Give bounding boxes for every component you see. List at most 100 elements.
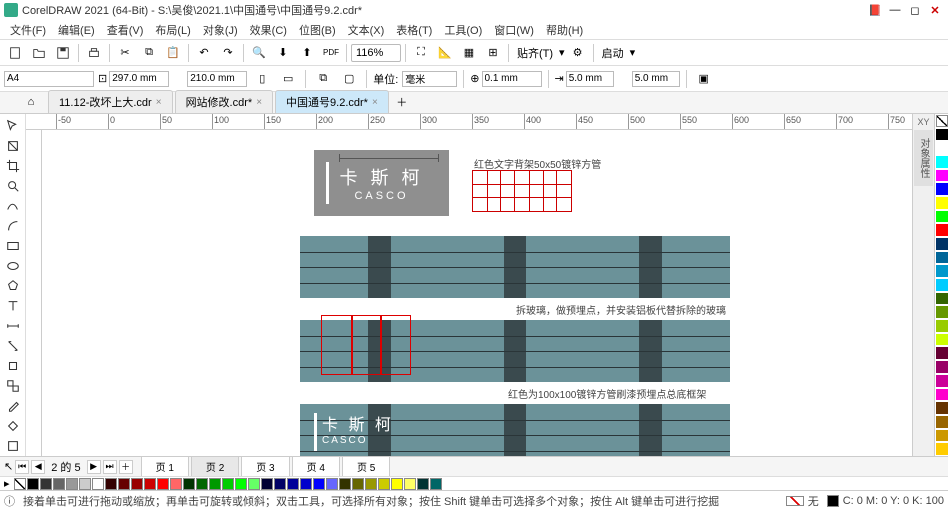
color-swatch[interactable] — [936, 197, 948, 209]
red-steel-frame-diagram[interactable] — [472, 170, 572, 212]
unit-dropdown[interactable] — [402, 71, 457, 87]
redo-button[interactable]: ↷ — [217, 42, 239, 64]
color-swatch[interactable] — [118, 478, 130, 490]
color-swatch[interactable] — [261, 478, 273, 490]
color-swatch[interactable] — [936, 416, 948, 428]
polygon-tool[interactable] — [2, 276, 24, 295]
close-tab-icon[interactable]: × — [156, 97, 162, 108]
add-tab-button[interactable]: ＋ — [391, 91, 413, 113]
color-swatch[interactable] — [936, 389, 948, 401]
menu-item[interactable]: 帮助(H) — [540, 20, 589, 40]
color-swatch[interactable] — [936, 183, 948, 195]
dup-y-input[interactable] — [632, 71, 680, 87]
color-swatch[interactable] — [404, 478, 416, 490]
next-page-button[interactable]: ▶ — [87, 460, 101, 474]
guides-button[interactable]: ⊞ — [482, 42, 504, 64]
crop-tool[interactable] — [2, 156, 24, 175]
no-color-swatch[interactable] — [936, 115, 948, 127]
ellipse-tool[interactable] — [2, 256, 24, 275]
current-page-button[interactable]: ▢ — [338, 68, 360, 90]
fullscreen-button[interactable]: ⛶ — [410, 42, 432, 64]
color-swatch[interactable] — [430, 478, 442, 490]
first-page-button[interactable]: ⏮ — [15, 460, 29, 474]
color-swatch[interactable] — [157, 478, 169, 490]
home-icon[interactable]: ⌂ — [20, 91, 42, 113]
color-swatch[interactable] — [131, 478, 143, 490]
color-swatch[interactable] — [936, 293, 948, 305]
minimize-button[interactable]: — — [886, 3, 904, 17]
color-swatch[interactable] — [209, 478, 221, 490]
color-swatch[interactable] — [936, 252, 948, 264]
open-button[interactable] — [28, 42, 50, 64]
color-swatch[interactable] — [53, 478, 65, 490]
last-page-button[interactable]: ⏭ — [103, 460, 117, 474]
portrait-button[interactable]: ▯ — [251, 68, 273, 90]
menu-item[interactable]: 查看(V) — [101, 20, 150, 40]
vertical-ruler[interactable] — [26, 130, 42, 456]
zoom-input[interactable] — [351, 44, 401, 62]
menu-item[interactable]: 位图(B) — [293, 20, 342, 40]
color-swatch[interactable] — [274, 478, 286, 490]
maximize-button[interactable]: ◻ — [906, 3, 924, 17]
color-swatch[interactable] — [936, 211, 948, 223]
red-frame-overlay[interactable] — [321, 315, 411, 375]
color-swatch[interactable] — [235, 478, 247, 490]
color-swatch[interactable] — [936, 129, 948, 141]
drop-shadow-tool[interactable] — [2, 356, 24, 375]
color-swatch[interactable] — [66, 478, 78, 490]
save-button[interactable] — [52, 42, 74, 64]
close-tab-icon[interactable]: × — [372, 97, 378, 108]
all-pages-button[interactable]: ⧉ — [312, 68, 334, 90]
no-color-swatch-h[interactable] — [14, 478, 26, 490]
shape-tool[interactable] — [2, 136, 24, 155]
copy-button[interactable]: ⧉ — [138, 42, 160, 64]
page-width-input[interactable] — [109, 71, 169, 87]
color-swatch[interactable] — [222, 478, 234, 490]
text-tool[interactable] — [2, 296, 24, 315]
paper-size-dropdown[interactable] — [4, 71, 94, 87]
color-swatch[interactable] — [92, 478, 104, 490]
pdf-button[interactable]: PDF — [320, 42, 342, 64]
menu-item[interactable]: 工具(O) — [438, 20, 488, 40]
color-swatch[interactable] — [936, 334, 948, 346]
close-tab-icon[interactable]: × — [256, 97, 262, 108]
grid-button[interactable]: ▦ — [458, 42, 480, 64]
pick-tool[interactable] — [2, 116, 24, 135]
color-swatch[interactable] — [936, 320, 948, 332]
new-button[interactable] — [4, 42, 26, 64]
menu-item[interactable]: 文本(X) — [342, 20, 391, 40]
page-tab[interactable]: 页 2 — [191, 456, 239, 477]
transparency-tool[interactable] — [2, 376, 24, 395]
connector-tool[interactable] — [2, 336, 24, 355]
color-swatch[interactable] — [300, 478, 312, 490]
outline-indicator[interactable]: C: 0 M: 0 Y: 0 K: 100 — [827, 495, 944, 507]
snap-dropdown[interactable]: 贴齐(T) — [513, 45, 557, 61]
casco-logo-graphic[interactable]: 卡 斯 柯 CASCO — [314, 150, 449, 216]
artistic-media-tool[interactable] — [2, 216, 24, 235]
freehand-tool[interactable] — [2, 196, 24, 215]
color-swatch[interactable] — [936, 347, 948, 359]
rectangle-tool[interactable] — [2, 236, 24, 255]
color-swatch[interactable] — [352, 478, 364, 490]
document-tab[interactable]: 网站修改.cdr*× — [175, 90, 273, 113]
color-swatch[interactable] — [287, 478, 299, 490]
color-swatch[interactable] — [196, 478, 208, 490]
undo-button[interactable]: ↶ — [193, 42, 215, 64]
menu-item[interactable]: 布局(L) — [149, 20, 196, 40]
color-swatch[interactable] — [40, 478, 52, 490]
color-swatch[interactable] — [79, 478, 91, 490]
page-tab[interactable]: 页 4 — [292, 456, 340, 477]
menu-item[interactable]: 文件(F) — [4, 20, 52, 40]
page-tab[interactable]: 页 5 — [342, 456, 390, 477]
fill-tool[interactable] — [2, 416, 24, 435]
parallel-dim-tool[interactable] — [2, 316, 24, 335]
page-tab[interactable]: 页 3 — [241, 456, 289, 477]
color-swatch[interactable] — [936, 170, 948, 182]
color-swatch[interactable] — [936, 430, 948, 442]
color-swatch[interactable] — [378, 478, 390, 490]
color-eyedropper-tool[interactable] — [2, 396, 24, 415]
color-swatch[interactable] — [936, 279, 948, 291]
nudge-input[interactable] — [482, 71, 542, 87]
color-swatch[interactable] — [936, 224, 948, 236]
ad-icon[interactable]: 📕 — [866, 3, 884, 17]
